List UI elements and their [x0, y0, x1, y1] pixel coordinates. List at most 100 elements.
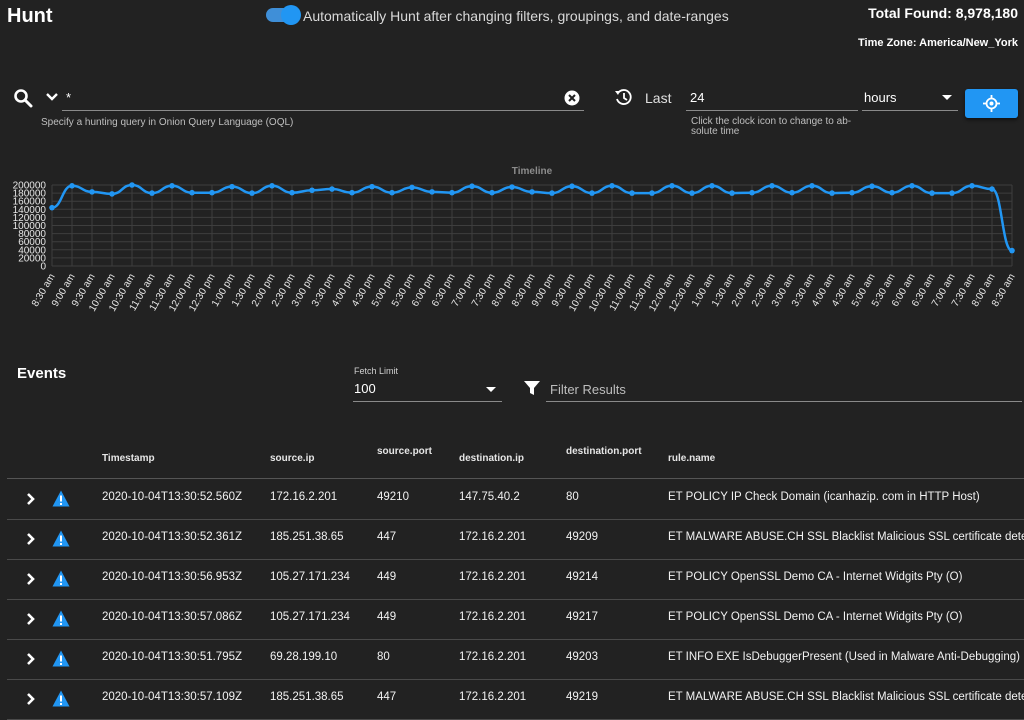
hunt-button[interactable] [965, 89, 1018, 118]
cell-source-ip: 105.27.171.234 [270, 611, 350, 623]
data-point [649, 190, 655, 196]
y-tick-label: 0 [40, 262, 46, 273]
range-unit-select[interactable]: hours [862, 84, 958, 111]
chevron-right-icon[interactable] [26, 532, 36, 546]
range-unit-value: hours [864, 90, 897, 105]
caret-down-icon [942, 95, 952, 100]
chevron-down-icon[interactable] [45, 90, 59, 104]
data-point [929, 190, 935, 196]
crosshairs-icon [983, 95, 1000, 112]
data-point [709, 183, 715, 189]
chevron-right-icon[interactable] [26, 492, 36, 506]
data-point [849, 189, 855, 196]
table-row[interactable]: 2020-10-04T13:30:57.109Z 185.251.38.65 447… [7, 679, 1024, 720]
auto-hunt-toggle[interactable] [266, 5, 301, 25]
history-clock-icon[interactable] [614, 88, 632, 106]
cell-timestamp: 2020-10-04T13:30:57.086Z [102, 611, 243, 623]
data-point [869, 183, 875, 190]
data-point [489, 189, 495, 196]
cell-destination-ip: 172.16.2.201 [459, 531, 527, 543]
data-point [749, 189, 755, 196]
cell-destination-port: 49219 [566, 691, 598, 703]
cell-destination-port: 49203 [566, 651, 598, 663]
data-point [249, 190, 255, 196]
data-point [989, 186, 995, 192]
cell-destination-ip: 172.16.2.201 [459, 651, 527, 663]
column-header-source-ip[interactable]: source.ip [270, 453, 314, 464]
data-point [349, 189, 355, 196]
data-point [609, 183, 615, 189]
data-point [129, 182, 135, 188]
cell-timestamp: 2020-10-04T13:30:51.795Z [102, 651, 243, 663]
column-header-destination-port[interactable]: destination.port [566, 446, 642, 457]
data-point [409, 184, 415, 191]
range-hint: Click the clock icon to change to ab- so… [691, 116, 852, 137]
column-header-timestamp[interactable]: Timestamp [102, 453, 155, 464]
data-point [429, 189, 435, 195]
table-row[interactable]: 2020-10-04T13:30:57.086Z 105.27.171.234 44… [7, 599, 1024, 640]
cell-rule-name: ET POLICY OpenSSL Demo CA - Internet Wid… [668, 571, 963, 583]
data-point [89, 189, 95, 195]
column-header-destination-ip[interactable]: destination.ip [459, 453, 524, 464]
data-point [369, 183, 375, 190]
query-input[interactable] [62, 84, 584, 111]
alert-severity-icon [52, 530, 70, 547]
data-point [689, 190, 695, 196]
auto-hunt-label: Automatically Hunt after changing filter… [303, 8, 729, 24]
cell-destination-ip: 172.16.2.201 [459, 571, 527, 583]
data-point [309, 187, 315, 194]
column-header-rule-name[interactable]: rule.name [668, 453, 715, 464]
table-row[interactable]: 2020-10-04T13:30:52.361Z 185.251.38.65 447… [7, 519, 1024, 560]
caret-down-icon [486, 387, 496, 392]
data-point [909, 183, 915, 189]
chevron-right-icon[interactable] [26, 572, 36, 586]
total-found: Total Found: 8,978,180 [868, 5, 1018, 21]
filter-icon [524, 381, 540, 395]
cell-source-ip: 185.251.38.65 [270, 531, 344, 543]
data-point [109, 191, 115, 197]
cell-destination-ip: 147.75.40.2 [459, 491, 520, 503]
data-point [529, 189, 535, 195]
chart-title: Timeline [512, 166, 553, 177]
range-amount-input[interactable] [686, 84, 858, 111]
cell-destination-port: 49209 [566, 531, 598, 543]
clear-icon[interactable] [564, 90, 580, 106]
column-header-source-port[interactable]: source.port [377, 446, 432, 457]
cell-source-port: 449 [377, 571, 397, 583]
filter-results-input[interactable] [546, 377, 1022, 402]
data-point [389, 189, 395, 196]
chevron-right-icon[interactable] [26, 652, 36, 666]
data-point [269, 183, 275, 189]
cell-source-ip: 105.27.171.234 [270, 571, 350, 583]
data-point [449, 189, 455, 196]
table-row[interactable]: 2020-10-04T13:30:52.560Z 172.16.2.201 4921… [7, 479, 1024, 520]
data-point [209, 189, 215, 196]
cell-source-port: 447 [377, 531, 397, 543]
cell-rule-name: ET POLICY IP Check Domain (icanhazip. co… [668, 491, 980, 503]
chevron-right-icon[interactable] [26, 612, 36, 626]
fetch-limit-value: 100 [354, 381, 376, 396]
cell-destination-ip: 172.16.2.201 [459, 611, 527, 623]
table-row[interactable]: 2020-10-04T13:30:56.953Z 105.27.171.234 44… [7, 559, 1024, 600]
fetch-limit-select[interactable]: 100 [353, 378, 502, 402]
data-point [189, 189, 195, 196]
alert-severity-icon [52, 610, 70, 627]
data-point [1009, 247, 1015, 254]
chevron-right-icon[interactable] [26, 692, 36, 706]
cell-source-port: 49210 [377, 491, 409, 503]
data-point [329, 186, 335, 192]
alert-severity-icon [52, 650, 70, 667]
search-icon[interactable] [13, 88, 33, 108]
data-point [809, 183, 815, 189]
query-hint: Specify a hunting query in Onion Query L… [41, 117, 294, 128]
data-point [149, 190, 155, 196]
table-row[interactable]: 2020-10-04T13:30:51.795Z 69.28.199.10 80 17… [7, 639, 1024, 680]
data-point [289, 189, 295, 196]
data-point [629, 190, 635, 196]
time-zone: Time Zone: America/New_York [858, 37, 1018, 49]
cell-destination-port: 80 [566, 491, 579, 503]
data-point [169, 183, 175, 189]
data-point [569, 183, 575, 190]
cell-source-port: 449 [377, 611, 397, 623]
data-point [509, 184, 515, 190]
